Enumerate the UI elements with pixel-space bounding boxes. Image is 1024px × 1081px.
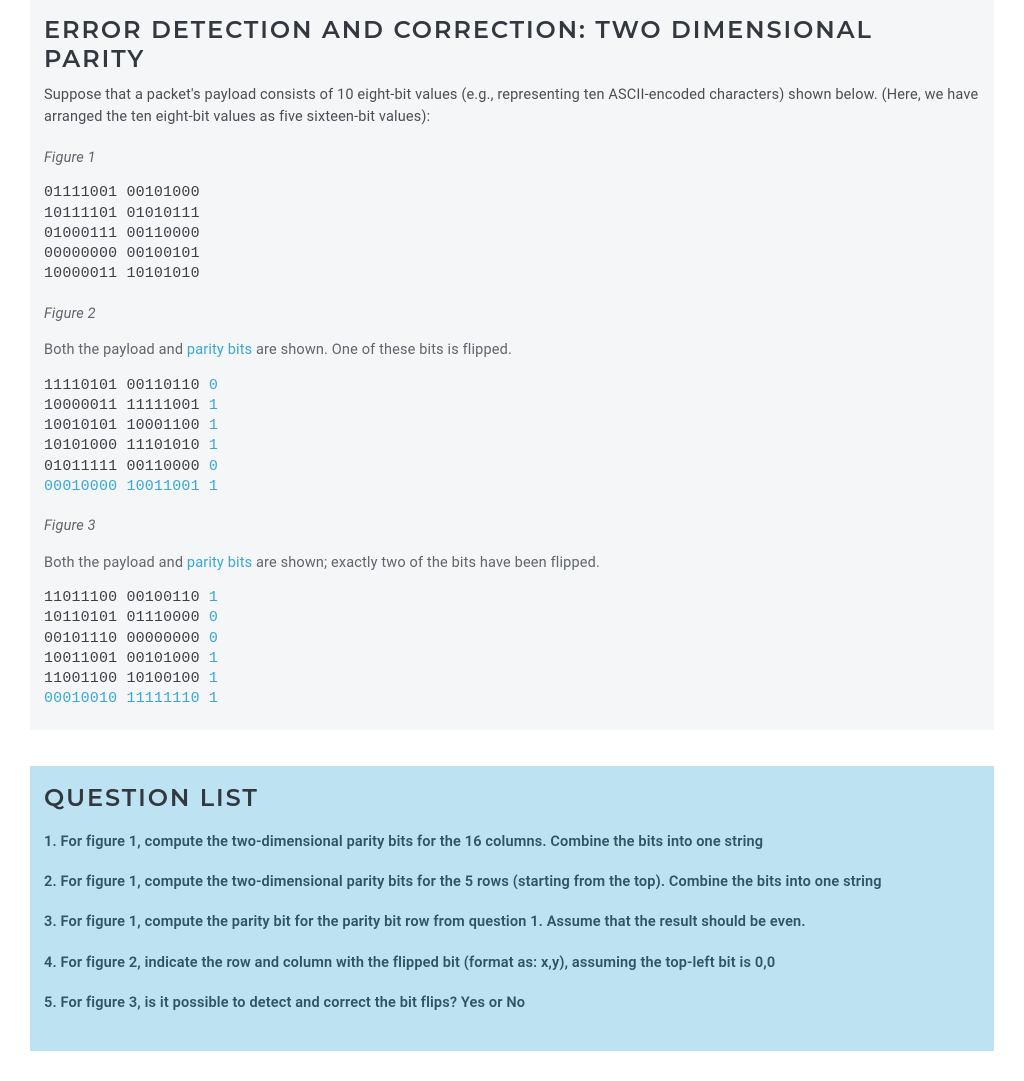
parity-bit: 0	[209, 458, 218, 475]
figure3-intro: Both the payload and parity bits are sho…	[44, 552, 980, 574]
data-row: 00101110 00000000	[44, 630, 200, 647]
parity-bits-link[interactable]: parity bits	[187, 554, 252, 571]
parity-bits-link[interactable]: parity bits	[187, 341, 252, 358]
data-row: 10000011 10101010	[44, 265, 200, 282]
figure2-caption: Figure 2	[44, 303, 980, 325]
figure2-data: 11110101 00110110 0 10000011 11111001 1 …	[44, 376, 980, 498]
question-list: 1. For figure 1, compute the two-dimensi…	[44, 831, 980, 1015]
parity-bit: 0	[209, 609, 218, 626]
parity-bit: 0	[209, 630, 218, 647]
data-row: 01000111 00110000	[44, 225, 200, 242]
question-item: 1. For figure 1, compute the two-dimensi…	[44, 831, 980, 853]
data-row: 00000000 00100101	[44, 245, 200, 262]
parity-bit: 1	[209, 589, 218, 606]
data-row: 10110101 01110000	[44, 609, 200, 626]
figure3-caption: Figure 3	[44, 515, 980, 537]
data-row: 11001100 10100100	[44, 670, 200, 687]
figure2-intro-pre: Both the payload and	[44, 341, 187, 358]
question-list-panel: QUESTION LIST 1. For figure 1, compute t…	[30, 766, 994, 1051]
figure3-intro-pre: Both the payload and	[44, 554, 187, 571]
parity-row: 00010000 10011001 1	[44, 478, 218, 495]
data-row: 11110101 00110110	[44, 377, 200, 394]
question-item: 2. For figure 1, compute the two-dimensi…	[44, 871, 980, 893]
data-row: 01111001 00101000	[44, 184, 200, 201]
parity-bit: 1	[209, 417, 218, 434]
figure2-intro-post: are shown. One of these bits is flipped.	[252, 341, 512, 358]
data-row: 11011100 00100110	[44, 589, 200, 606]
data-row: 01011111 00110000	[44, 458, 200, 475]
description-text: Suppose that a packet's payload consists…	[44, 84, 980, 129]
data-row: 10000011 11111001	[44, 397, 200, 414]
question-item: 3. For figure 1, compute the parity bit …	[44, 911, 980, 933]
data-row: 10101000 11101010	[44, 437, 200, 454]
parity-bit: 1	[209, 650, 218, 667]
figure2-intro: Both the payload and parity bits are sho…	[44, 339, 980, 361]
figure1-data: 01111001 00101000 10111101 01010111 0100…	[44, 183, 980, 284]
page-title: ERROR DETECTION AND CORRECTION: TWO DIME…	[44, 16, 980, 74]
parity-bit: 1	[209, 397, 218, 414]
figure3-data: 11011100 00100110 1 10110101 01110000 0 …	[44, 588, 980, 710]
parity-row: 00010010 11111110 1	[44, 690, 218, 707]
question-list-title: QUESTION LIST	[44, 784, 980, 813]
figure1-caption: Figure 1	[44, 147, 980, 169]
figure3-intro-post: are shown; exactly two of the bits have …	[252, 554, 600, 571]
main-panel: ERROR DETECTION AND CORRECTION: TWO DIME…	[30, 0, 994, 730]
data-row: 10010101 10001100	[44, 417, 200, 434]
parity-bit: 1	[209, 670, 218, 687]
question-item: 4. For figure 2, indicate the row and co…	[44, 952, 980, 974]
data-row: 10011001 00101000	[44, 650, 200, 667]
question-item: 5. For figure 3, is it possible to detec…	[44, 992, 980, 1014]
parity-bit: 1	[209, 437, 218, 454]
parity-bit: 0	[209, 377, 218, 394]
data-row: 10111101 01010111	[44, 205, 200, 222]
